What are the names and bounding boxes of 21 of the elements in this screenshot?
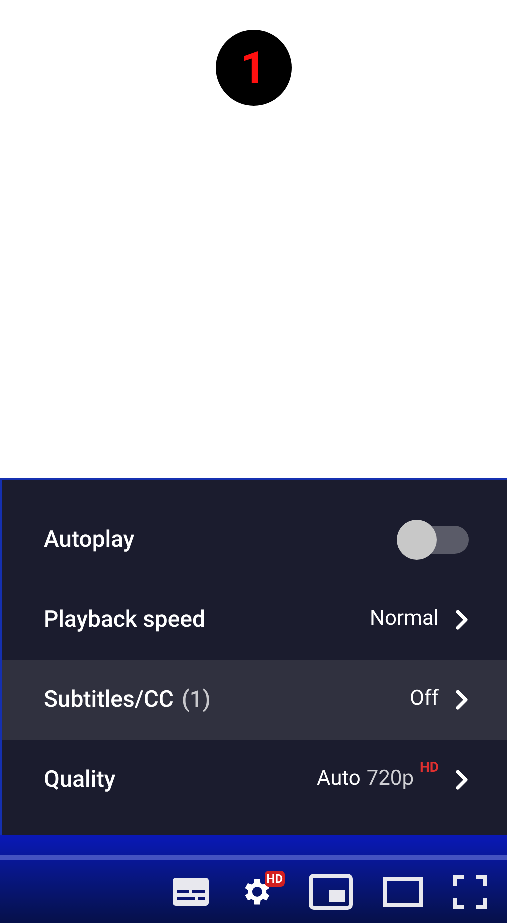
hd-tag: HD — [420, 758, 439, 780]
menu-item-label: Playback speed — [44, 604, 206, 635]
miniplayer-icon[interactable] — [309, 874, 353, 910]
step-badge: 1 — [216, 30, 292, 106]
menu-item-label: Autoplay — [44, 524, 135, 555]
fullscreen-icon[interactable] — [453, 874, 487, 908]
menu-item[interactable]: Subtitles/CC (1) Off — [2, 660, 507, 740]
autoplay-toggle[interactable] — [397, 520, 469, 560]
resolution-label: 720p — [366, 766, 414, 794]
chevron-right-icon — [455, 609, 469, 631]
theater-mode-icon[interactable] — [383, 876, 423, 906]
subtitles-icon[interactable] — [173, 878, 209, 906]
chevron-right-icon — [455, 689, 469, 711]
menu-item-label: Subtitles/CC — [44, 684, 174, 715]
setting-value: Off — [410, 686, 439, 714]
hd-badge: HD — [264, 870, 285, 886]
item-count: (1) — [182, 684, 211, 715]
setting-value: Normal — [370, 606, 439, 634]
setting-value: Auto — [317, 766, 361, 794]
chevron-right-icon — [455, 769, 469, 791]
menu-item-label: Quality — [44, 764, 116, 795]
